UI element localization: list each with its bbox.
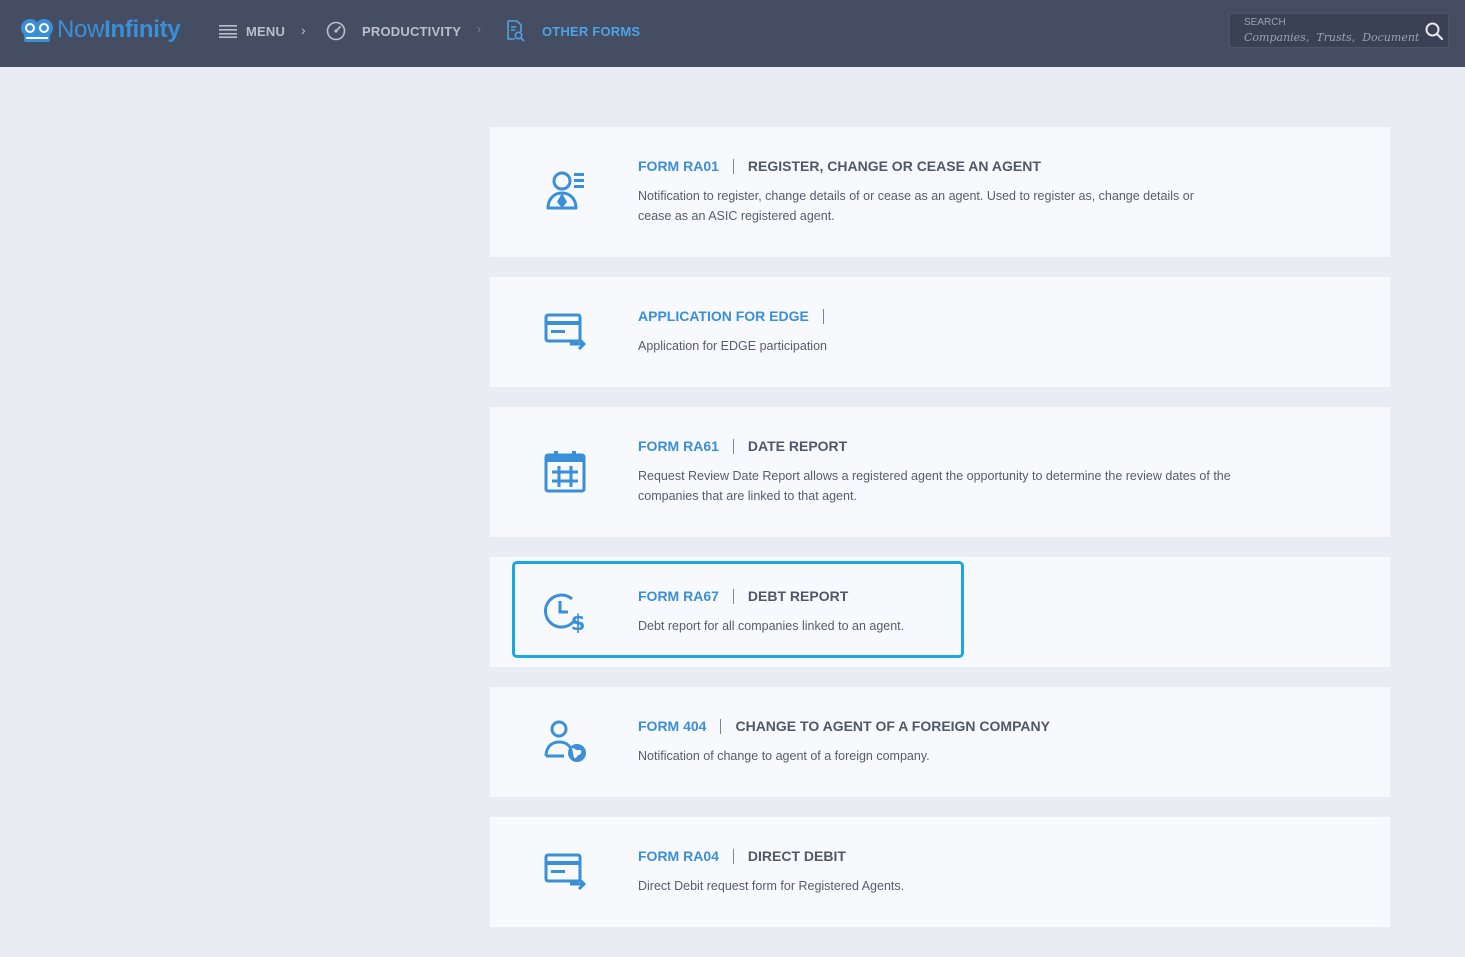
form-card-ra61[interactable]: FORM RA61 DATE REPORT Request Review Dat… bbox=[490, 407, 1390, 537]
search-label: SEARCH bbox=[1244, 17, 1286, 28]
form-description: Notification to register, change details… bbox=[638, 189, 1194, 223]
nowinfinity-logo[interactable]: NowInfinity bbox=[20, 14, 181, 46]
form-card-heading: FORM RA04 DIRECT DEBIT bbox=[638, 847, 846, 865]
form-title: DATE REPORT bbox=[747, 438, 848, 454]
form-code[interactable]: FORM RA01 bbox=[638, 158, 719, 174]
form-description: Application for EDGE participation bbox=[638, 339, 827, 353]
logo-icon bbox=[21, 19, 53, 42]
form-description: Request Review Date Report allows a regi… bbox=[638, 469, 1231, 503]
card-transfer-icon bbox=[544, 313, 587, 351]
form-card-heading: FORM RA01 REGISTER, CHANGE OR CEASE AN A… bbox=[638, 157, 1041, 175]
form-title: REGISTER, CHANGE OR CEASE AN AGENT bbox=[747, 158, 1041, 174]
highlight-box bbox=[512, 561, 964, 658]
divider bbox=[720, 718, 722, 734]
divider bbox=[822, 308, 824, 324]
agent-register-icon bbox=[546, 171, 584, 210]
divider bbox=[732, 438, 734, 454]
card-transfer-icon bbox=[544, 853, 587, 891]
breadcrumb-other-forms[interactable]: OTHER FORMS bbox=[505, 18, 640, 44]
form-card-heading: FORM RA61 DATE REPORT bbox=[638, 437, 847, 455]
form-title: CHANGE TO AGENT OF A FOREIGN COMPANY bbox=[735, 718, 1050, 734]
form-code[interactable]: FORM RA61 bbox=[638, 438, 719, 454]
logo-text: NowInfinity bbox=[57, 16, 181, 43]
form-card-ra04[interactable]: FORM RA04 DIRECT DEBIT Direct Debit requ… bbox=[490, 817, 1390, 927]
form-title: DIRECT DEBIT bbox=[747, 848, 846, 864]
top-bar: NowInfinity MENU › PRODUCTIVITY › OTHER … bbox=[0, 0, 1465, 67]
divider bbox=[732, 158, 734, 174]
form-description: Notification of change to agent of a for… bbox=[638, 749, 930, 763]
form-code[interactable]: APPLICATION FOR EDGE bbox=[638, 308, 809, 324]
divider bbox=[732, 848, 734, 864]
form-card-heading: APPLICATION FOR EDGE bbox=[638, 307, 838, 325]
other-forms-label: OTHER FORMS bbox=[542, 23, 641, 39]
agent-globe-icon bbox=[544, 720, 586, 762]
calendar-icon bbox=[544, 451, 586, 493]
breadcrumb-chevron-icon: › bbox=[477, 22, 481, 36]
menu-button[interactable]: MENU bbox=[219, 18, 285, 44]
hamburger-icon bbox=[219, 25, 237, 38]
form-card-edge[interactable]: APPLICATION FOR EDGE Application for EDG… bbox=[490, 277, 1390, 387]
breadcrumb-productivity[interactable]: PRODUCTIVITY bbox=[326, 18, 461, 44]
productivity-label: PRODUCTIVITY bbox=[362, 23, 462, 39]
document-search-icon bbox=[507, 20, 525, 42]
gauge-icon bbox=[326, 21, 346, 41]
breadcrumb-chevron-icon: › bbox=[301, 22, 306, 38]
form-code[interactable]: FORM 404 bbox=[638, 718, 706, 734]
search-input[interactable] bbox=[1244, 30, 1419, 45]
form-card-heading: FORM 404 CHANGE TO AGENT OF A FOREIGN CO… bbox=[638, 717, 1050, 735]
search-icon[interactable] bbox=[1425, 22, 1443, 40]
form-card-ra01[interactable]: FORM RA01 REGISTER, CHANGE OR CEASE AN A… bbox=[490, 127, 1390, 257]
form-card-404[interactable]: FORM 404 CHANGE TO AGENT OF A FOREIGN CO… bbox=[490, 687, 1390, 797]
search-box[interactable]: SEARCH bbox=[1229, 13, 1449, 48]
form-description: Direct Debit request form for Registered… bbox=[638, 879, 905, 893]
form-code[interactable]: FORM RA04 bbox=[638, 848, 719, 864]
menu-label: MENU bbox=[246, 23, 286, 39]
